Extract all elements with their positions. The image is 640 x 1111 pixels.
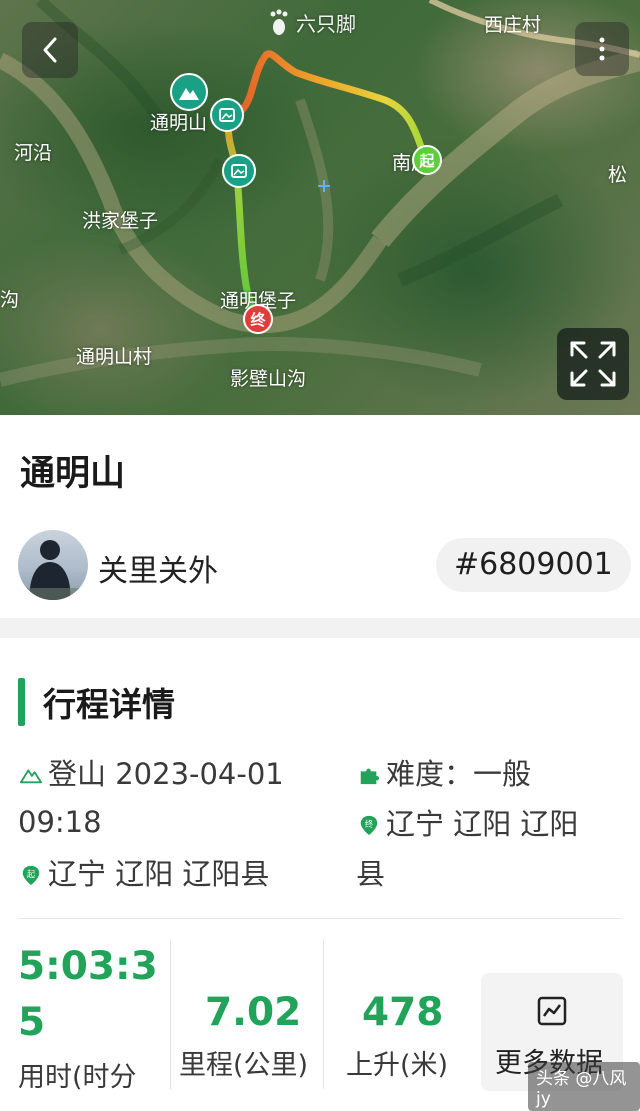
end-location-text: 辽宁 辽阳 辽阳	[386, 807, 579, 841]
author-row: 关里关外 #6809001	[18, 530, 631, 600]
svg-text:终: 终	[365, 819, 374, 829]
map-label-xizhuang: 西庄村	[484, 14, 542, 36]
activity-time: 09:18	[18, 805, 102, 839]
photo-marker-icon[interactable]	[222, 154, 256, 188]
fullscreen-map-button[interactable]	[557, 328, 629, 400]
start-location-icon: 起	[22, 865, 40, 886]
end-marker-icon[interactable]: 终	[243, 304, 273, 334]
trip-id-badge[interactable]: #6809001	[436, 538, 631, 592]
activity-text: 登山 2023-04-01	[48, 757, 284, 791]
svg-text:起: 起	[27, 869, 35, 879]
brand-logo: 六只脚	[268, 8, 356, 37]
start-location-text: 辽宁 辽阳 辽阳县	[48, 857, 270, 891]
route-map[interactable]: 六只脚 西庄村 通明山 河沿 南庄 松 洪家堡子 通明堡子 沟 通明山村 影壁山…	[0, 0, 640, 415]
expand-icon	[570, 341, 616, 387]
watermark: 头条 @八风jy	[528, 1062, 640, 1111]
map-label-hongjiabaozi: 洪家堡子	[82, 210, 159, 232]
ascent-value: 478	[362, 990, 444, 1035]
section-header: 行程详情	[18, 678, 175, 726]
map-label-hegou: 河沿	[14, 142, 53, 164]
details-divider	[18, 918, 622, 919]
author-name[interactable]: 关里关外	[98, 546, 218, 590]
duration-value-line2: 5	[18, 1000, 46, 1045]
difficulty-text: 难度：一般	[386, 757, 532, 791]
map-label-yingbishangou: 影壁山沟	[230, 368, 307, 390]
map-label-song: 松	[608, 164, 628, 186]
summit-marker-icon[interactable]	[170, 73, 208, 111]
distance-stat: 7.02 里程(公里)	[171, 935, 323, 1093]
footprint-icon	[270, 9, 288, 35]
mountain-icon	[20, 769, 42, 784]
brand-name: 六只脚	[296, 12, 356, 36]
end-location-info: 终 辽宁 辽阳 辽阳	[358, 800, 578, 848]
chevron-left-icon	[43, 37, 57, 63]
duration-stat: 5:03:3 5 用时(时分	[0, 935, 170, 1093]
end-location-text-cont: 县	[356, 857, 386, 891]
ascent-label: 上升(米)	[346, 1050, 449, 1081]
section-title: 行程详情	[43, 685, 175, 724]
activity-info: 登山 2023-04-01	[20, 750, 284, 798]
end-location-icon: 终	[360, 815, 378, 836]
distance-label: 里程(公里)	[179, 1050, 309, 1081]
map-label-tongmingshan: 通明山	[150, 112, 208, 134]
more-vertical-icon	[599, 37, 605, 61]
difficulty-info: 难度：一般	[358, 750, 531, 798]
distance-value: 7.02	[205, 990, 302, 1035]
ascent-stat: 478 上升(米)	[324, 935, 474, 1093]
start-location-info: 起 辽宁 辽阳 辽阳县	[20, 850, 269, 898]
map-label-gou: 沟	[0, 289, 20, 311]
map-label-tongmingshancun: 通明山村	[76, 346, 153, 368]
duration-label: 用时(时分	[18, 1062, 137, 1093]
chart-icon	[537, 996, 567, 1026]
photo-marker-icon[interactable]	[210, 98, 244, 132]
section-divider	[0, 618, 640, 638]
trip-title: 通明山	[20, 454, 126, 494]
back-button[interactable]	[22, 22, 78, 78]
avatar[interactable]	[18, 530, 88, 600]
puzzle-icon	[360, 768, 380, 785]
more-options-button[interactable]	[575, 22, 629, 76]
duration-value-line1: 5:03:3	[18, 944, 158, 989]
section-accent-bar	[18, 678, 25, 726]
start-marker-icon[interactable]: 起	[412, 145, 442, 175]
